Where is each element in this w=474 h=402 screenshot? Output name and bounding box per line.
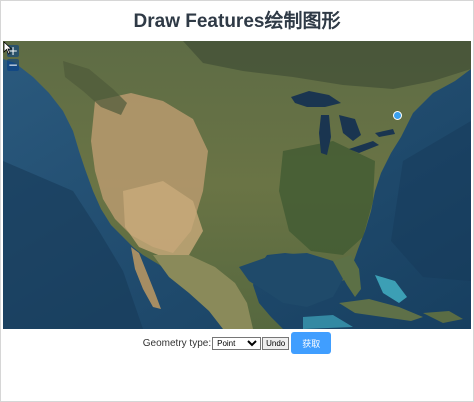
mouse-cursor-icon bbox=[3, 41, 13, 55]
geometry-type-select[interactable]: Point bbox=[212, 336, 262, 350]
draw-controls: Geometry type: Point Undo 获取 bbox=[0, 332, 474, 354]
geometry-type-label: Geometry type: bbox=[142, 337, 212, 349]
undo-button[interactable]: Undo bbox=[262, 336, 290, 350]
satellite-map bbox=[3, 41, 471, 329]
drawn-point-marker[interactable] bbox=[393, 111, 402, 120]
map-viewport[interactable]: + − bbox=[3, 41, 471, 329]
page-title: Draw Features绘制图形 bbox=[133, 11, 341, 32]
zoom-out-button[interactable]: − bbox=[7, 59, 19, 71]
get-button[interactable]: 获取 bbox=[291, 332, 332, 354]
